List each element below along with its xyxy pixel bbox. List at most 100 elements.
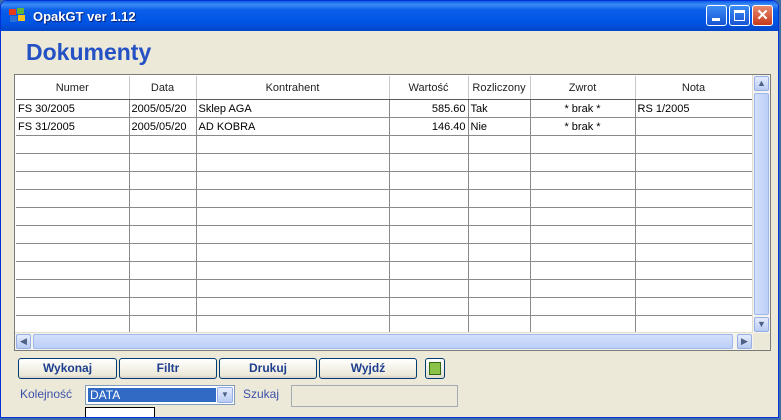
table-cell[interactable]: * brak * bbox=[530, 117, 636, 136]
table-row[interactable]: FS 30/2005 2005/05/20 Sklep AGA 585.60 Tak * … bbox=[16, 99, 753, 118]
table-cell[interactable] bbox=[635, 171, 753, 190]
close-button[interactable]: ✕ bbox=[752, 5, 773, 26]
scroll-right-button[interactable]: ▶ bbox=[737, 334, 752, 349]
column-header[interactable]: Zwrot bbox=[530, 76, 636, 100]
table-cell[interactable] bbox=[129, 153, 197, 172]
table-cell[interactable] bbox=[16, 297, 130, 316]
table-cell[interactable] bbox=[530, 261, 636, 280]
table-cell[interactable] bbox=[530, 189, 636, 208]
table-cell[interactable] bbox=[389, 171, 469, 190]
table-cell[interactable] bbox=[196, 207, 390, 226]
table-cell[interactable] bbox=[129, 243, 197, 262]
table-cell[interactable] bbox=[16, 225, 130, 244]
table-cell[interactable] bbox=[635, 189, 753, 208]
table-cell[interactable] bbox=[389, 189, 469, 208]
table-cell[interactable] bbox=[468, 207, 531, 226]
table-cell[interactable] bbox=[16, 207, 130, 226]
table-cell[interactable] bbox=[468, 153, 531, 172]
table-row[interactable] bbox=[16, 225, 753, 244]
table-cell[interactable]: Sklep AGA bbox=[196, 99, 390, 118]
table-cell[interactable] bbox=[129, 135, 197, 154]
column-header[interactable]: Kontrahent bbox=[196, 76, 390, 100]
table-cell[interactable] bbox=[530, 243, 636, 262]
minimize-button[interactable] bbox=[706, 5, 727, 26]
table-cell[interactable] bbox=[16, 171, 130, 190]
table-cell[interactable] bbox=[196, 153, 390, 172]
table-cell[interactable] bbox=[389, 279, 469, 298]
table-cell[interactable] bbox=[468, 279, 531, 298]
table-cell[interactable] bbox=[635, 153, 753, 172]
table-cell[interactable] bbox=[468, 135, 531, 154]
table-cell[interactable] bbox=[196, 315, 390, 334]
vertical-scrollbar[interactable]: ▲ ▼ bbox=[752, 75, 770, 333]
table-row[interactable] bbox=[16, 171, 753, 190]
table-cell[interactable] bbox=[196, 189, 390, 208]
title-bar[interactable]: OpakGT ver 1.12 ✕ bbox=[1, 1, 778, 31]
scroll-up-button[interactable]: ▲ bbox=[754, 76, 769, 91]
column-header[interactable]: Data bbox=[129, 76, 197, 100]
column-header[interactable]: Nota bbox=[635, 76, 753, 100]
table-cell[interactable] bbox=[389, 225, 469, 244]
table-cell[interactable] bbox=[468, 225, 531, 244]
table-cell[interactable] bbox=[635, 279, 753, 298]
table-cell[interactable]: FS 31/2005 bbox=[16, 117, 130, 136]
table-cell[interactable] bbox=[468, 261, 531, 280]
table-cell[interactable] bbox=[530, 207, 636, 226]
table-cell[interactable] bbox=[129, 171, 197, 190]
table-cell[interactable] bbox=[196, 171, 390, 190]
table-cell[interactable] bbox=[635, 243, 753, 262]
table-row[interactable] bbox=[16, 279, 753, 298]
table-cell[interactable] bbox=[389, 135, 469, 154]
table-cell[interactable] bbox=[468, 171, 531, 190]
table-cell[interactable] bbox=[389, 153, 469, 172]
scroll-down-button[interactable]: ▼ bbox=[754, 317, 769, 332]
table-cell[interactable] bbox=[530, 315, 636, 334]
table-row[interactable] bbox=[16, 297, 753, 316]
table-cell[interactable]: Nie bbox=[468, 117, 531, 136]
filter-button[interactable]: Filtr bbox=[119, 358, 217, 379]
table-cell[interactable] bbox=[129, 189, 197, 208]
table-cell[interactable]: 585.60 bbox=[389, 99, 469, 118]
table-cell[interactable] bbox=[196, 297, 390, 316]
table-cell[interactable] bbox=[468, 297, 531, 316]
table-row[interactable] bbox=[16, 207, 753, 226]
table-cell[interactable] bbox=[16, 261, 130, 280]
table-cell[interactable] bbox=[16, 189, 130, 208]
table-cell[interactable] bbox=[635, 207, 753, 226]
table-cell[interactable]: AD KOBRA bbox=[196, 117, 390, 136]
table-cell[interactable] bbox=[635, 261, 753, 280]
order-select[interactable]: DATA ▼ bbox=[85, 385, 235, 405]
table-cell[interactable] bbox=[635, 297, 753, 316]
search-input[interactable] bbox=[291, 385, 458, 407]
table-cell[interactable] bbox=[129, 225, 197, 244]
table-cell[interactable] bbox=[635, 225, 753, 244]
vertical-scroll-thumb[interactable] bbox=[754, 93, 769, 315]
table-cell[interactable]: 2005/05/20 bbox=[129, 99, 197, 118]
table-cell[interactable] bbox=[635, 117, 753, 136]
order-dropdown-list[interactable] bbox=[85, 407, 155, 417]
table-cell[interactable]: * brak * bbox=[530, 99, 636, 118]
table-cell[interactable] bbox=[389, 297, 469, 316]
table-cell[interactable] bbox=[530, 279, 636, 298]
table-cell[interactable] bbox=[196, 279, 390, 298]
run-button[interactable]: Wykonaj bbox=[18, 358, 117, 379]
table-row[interactable] bbox=[16, 261, 753, 280]
horizontal-scrollbar[interactable]: ◀ ▶ bbox=[15, 332, 753, 350]
table-row[interactable]: FS 31/2005 2005/05/20 AD KOBRA 146.40 Nie * b… bbox=[16, 117, 753, 136]
table-cell[interactable] bbox=[389, 243, 469, 262]
table-cell[interactable]: FS 30/2005 bbox=[16, 99, 130, 118]
table-cell[interactable] bbox=[196, 261, 390, 280]
print-button[interactable]: Drukuj bbox=[219, 358, 317, 379]
table-row[interactable] bbox=[16, 153, 753, 172]
table-cell[interactable] bbox=[635, 135, 753, 154]
table-cell[interactable] bbox=[16, 135, 130, 154]
table-cell[interactable] bbox=[129, 279, 197, 298]
documents-grid[interactable]: Numer Data Kontrahent Wartość Rozliczony Zwro… bbox=[14, 74, 771, 351]
maximize-button[interactable] bbox=[729, 5, 750, 26]
table-cell[interactable] bbox=[16, 279, 130, 298]
table-cell[interactable]: 2005/05/20 bbox=[129, 117, 197, 136]
table-row[interactable] bbox=[16, 315, 753, 334]
table-cell[interactable] bbox=[468, 315, 531, 334]
table-cell[interactable]: RS 1/2005 bbox=[635, 99, 753, 118]
table-cell[interactable] bbox=[389, 315, 469, 334]
